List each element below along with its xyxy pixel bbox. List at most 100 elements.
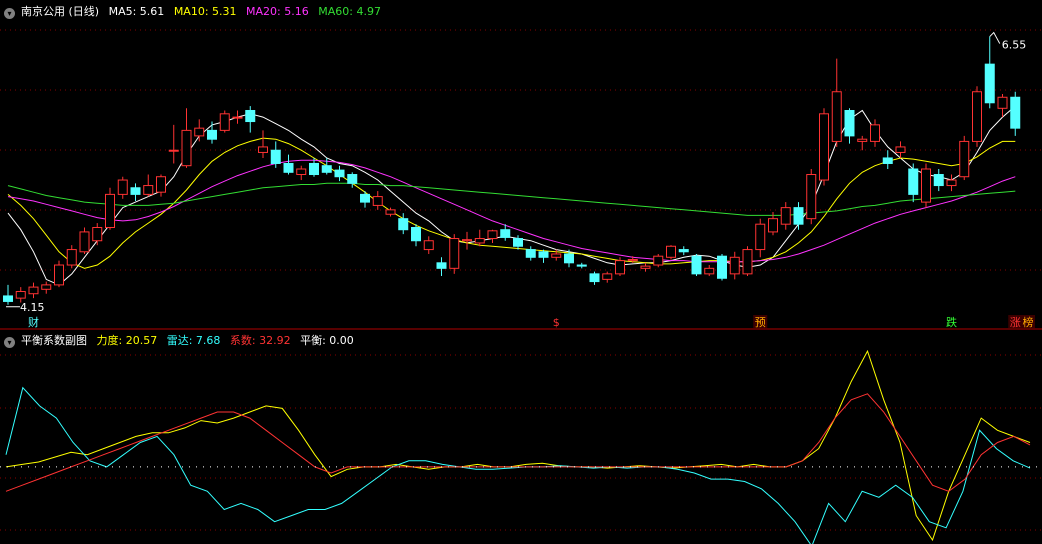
candle-body — [283, 162, 294, 173]
candle-body — [627, 259, 638, 262]
candle-body — [908, 168, 919, 195]
candle-body — [538, 251, 549, 258]
candle-body — [831, 91, 842, 142]
candle-body — [895, 146, 906, 153]
candle-body — [385, 209, 396, 215]
candle-body — [181, 129, 192, 167]
ma-line-ma20 — [7, 159, 1016, 263]
candle-body — [882, 157, 893, 164]
candle-body — [79, 231, 90, 253]
candle-body — [194, 127, 205, 137]
annotation-marker: 跌 — [946, 315, 957, 329]
candle-body — [130, 187, 141, 195]
candle-body — [946, 179, 957, 187]
xishu-label: 系数: 32.92 — [229, 334, 291, 347]
candle-body — [372, 196, 383, 206]
candle-body — [857, 138, 868, 142]
candle-body — [933, 174, 944, 187]
candle-body — [143, 185, 154, 195]
candle-body — [959, 140, 970, 178]
candle-body — [691, 255, 702, 275]
candle-body — [806, 174, 817, 220]
candle-body — [602, 273, 613, 280]
chevron-down-icon[interactable]: ▾ — [4, 337, 15, 348]
candle-body — [819, 113, 829, 181]
candle-body — [742, 249, 753, 275]
candle-body — [411, 226, 421, 242]
ma5-label: MA5: 5.61 — [108, 5, 165, 18]
annotation-marker: 榜 — [1023, 315, 1034, 329]
candle-body — [589, 273, 600, 283]
candle-body — [117, 179, 128, 195]
candle-body — [436, 262, 447, 269]
candle-body — [232, 116, 243, 119]
candle-body — [398, 218, 409, 231]
candle-body — [219, 113, 230, 131]
candle-body — [972, 91, 982, 142]
candle-body — [576, 264, 587, 267]
pingheng-label: 平衡: 0.00 — [300, 334, 354, 347]
candle-body — [270, 149, 281, 164]
candle-body — [245, 110, 256, 123]
candle-body — [347, 174, 358, 184]
candle-body — [449, 238, 460, 269]
annotation-marker: $ — [553, 316, 560, 329]
ma60-label: MA60: 4.97 — [318, 5, 381, 18]
chevron-down-icon[interactable]: ▾ — [4, 8, 15, 19]
candle-body — [640, 265, 651, 269]
annotation-marker: 预 — [755, 316, 766, 329]
candle-body — [997, 96, 1008, 109]
candle-body — [15, 291, 26, 299]
candle-body — [768, 218, 778, 233]
candle-body — [334, 169, 345, 178]
main-chart-header: ▾ 南京公用 (日线) MA5: 5.61 MA10: 5.31 MA20: 5.… — [4, 5, 387, 19]
candle-body — [66, 249, 77, 266]
candle-body — [500, 229, 511, 238]
candle-body — [513, 238, 523, 247]
candle-body — [309, 162, 319, 176]
annotation-marker: 涨 — [1010, 316, 1021, 329]
candle-body — [54, 264, 64, 286]
candle-body — [156, 176, 166, 193]
candle-body — [360, 193, 370, 203]
candle-body — [3, 295, 13, 302]
candle-body — [168, 149, 179, 152]
candle-body — [258, 146, 268, 153]
candle-body — [41, 284, 52, 290]
lidu-label: 力度: 20.57 — [96, 334, 158, 347]
sub-chart-header: ▾ 平衡系数副图 力度: 20.57 雷达: 7.68 系数: 32.92 平衡:… — [4, 334, 360, 348]
candle-body — [92, 226, 103, 242]
stock-title: 南京公用 (日线) — [21, 5, 100, 18]
candle-body — [423, 240, 434, 251]
indicator-line — [5, 349, 1031, 542]
candle-body — [551, 253, 562, 258]
candle-body — [793, 207, 804, 225]
candle-body — [729, 256, 740, 275]
candle-body — [487, 230, 498, 240]
candle-body — [666, 245, 676, 258]
candle-body — [28, 286, 39, 295]
candle-body — [321, 165, 332, 173]
candle-body — [755, 223, 766, 251]
stock-chart: 6.55 4.15财 $ 预 跌 涨榜 — [0, 29, 1042, 544]
candle-body — [653, 255, 664, 266]
candle-body — [780, 207, 791, 225]
max-price-pointer — [989, 31, 1001, 44]
sub-chart-title: 平衡系数副图 — [21, 334, 87, 347]
annotation-marker: 财 — [28, 315, 39, 329]
candle-body — [717, 255, 727, 279]
ma-line-ma5 — [7, 105, 1016, 286]
candle-body — [1010, 96, 1021, 129]
candle-body — [296, 168, 307, 176]
candle-body — [474, 238, 485, 244]
leida-label: 雷达: 7.68 — [166, 334, 221, 347]
candle-body — [921, 168, 931, 203]
candle-body — [984, 63, 995, 104]
candle-body — [207, 129, 217, 140]
ma-line-ma10 — [7, 137, 1016, 269]
candle-body — [564, 253, 574, 264]
min-price-label: 4.15 — [20, 301, 45, 314]
candle-body — [615, 260, 625, 275]
candle-body — [105, 193, 115, 228]
candle-body — [462, 239, 472, 242]
